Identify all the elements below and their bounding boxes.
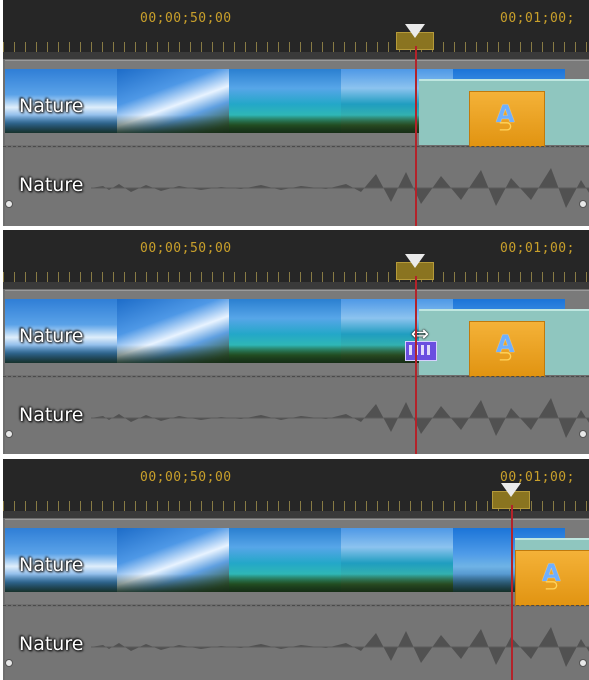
- transition-A-icon[interactable]: A ⊃: [469, 91, 545, 147]
- audio-start-handle[interactable]: [5, 659, 13, 667]
- video-clip-label: Nature: [19, 325, 84, 347]
- track-gap: [3, 284, 589, 289]
- transition-glyph-icon: ⊃: [498, 116, 514, 137]
- audio-start-handle[interactable]: [5, 430, 13, 438]
- time-ruler[interactable]: 00;00;50;00 00;01;00;: [3, 459, 589, 513]
- audio-start-handle[interactable]: [5, 200, 13, 208]
- thumbnail-frame: [229, 299, 341, 363]
- audio-clip-label: Nature: [19, 404, 84, 426]
- audio-clip-label: Nature: [19, 633, 84, 655]
- track-divider: [3, 376, 589, 377]
- timecode-label: 00;01;00;: [500, 241, 575, 256]
- timecode-label: 00;00;50;00: [140, 470, 232, 485]
- ruler-ticks: [3, 272, 589, 282]
- audio-end-handle[interactable]: [579, 200, 587, 208]
- playhead-triangle: [405, 24, 425, 38]
- audio-waveform: [91, 398, 589, 438]
- video-clip-thumbnails[interactable]: [5, 528, 565, 592]
- audio-end-handle[interactable]: [579, 659, 587, 667]
- track-divider: [3, 146, 589, 147]
- time-ruler[interactable]: 00;00;50;00 00;01;00;: [3, 0, 589, 54]
- audio-track[interactable]: Nature: [5, 607, 589, 680]
- playhead-line: [415, 276, 417, 454]
- video-clip-label: Nature: [19, 95, 84, 117]
- thumbnail-frame: [229, 69, 341, 133]
- video-track[interactable]: A ⊃ Nature: [5, 519, 589, 606]
- video-track[interactable]: A ⊃ Nature ⇔: [5, 290, 589, 377]
- timecode-label: 00;00;50;00: [140, 241, 232, 256]
- playhead-line: [415, 46, 417, 226]
- transition-A-icon[interactable]: A ⊃: [515, 550, 589, 606]
- trim-resize-cursor-icon: ⇔: [399, 324, 441, 361]
- audio-waveform: [91, 168, 589, 208]
- playhead-triangle: [405, 254, 425, 268]
- playhead-line: [511, 505, 513, 680]
- audio-waveform: [91, 627, 589, 667]
- video-track[interactable]: A ⊃ Nature: [5, 60, 589, 147]
- thumbnail-frame: [341, 528, 453, 592]
- timecode-label: 00;00;50;00: [140, 11, 232, 26]
- timeline-panel-2[interactable]: 00;00;50;00 00;01;00; A ⊃ Nature ⇔ Natur…: [3, 230, 589, 454]
- timecode-label: 00;01;00;: [500, 11, 575, 26]
- transition-A-icon[interactable]: A ⊃: [469, 321, 545, 377]
- timeline-panel-1[interactable]: 00;00;50;00 00;01;00; A ⊃ Nature Nature: [3, 0, 589, 226]
- transition-region[interactable]: A ⊃: [515, 538, 589, 606]
- playhead-triangle: [501, 483, 521, 497]
- timeline-panel-3[interactable]: 00;00;50;00 00;01;00; A ⊃ Nature Nature: [3, 459, 589, 680]
- transition-region[interactable]: A ⊃: [419, 309, 589, 377]
- audio-track[interactable]: Nature: [5, 148, 589, 226]
- thumbnail-frame: [117, 299, 229, 363]
- track-gap: [3, 513, 589, 518]
- track-divider: [3, 605, 589, 606]
- time-ruler[interactable]: 00;00;50;00 00;01;00;: [3, 230, 589, 284]
- transition-glyph-icon: ⊃: [544, 575, 560, 596]
- audio-track[interactable]: Nature: [5, 378, 589, 454]
- thumbnail-frame: [229, 528, 341, 592]
- transition-region[interactable]: A ⊃: [419, 79, 589, 147]
- audio-clip-label: Nature: [19, 174, 84, 196]
- transition-glyph-icon: ⊃: [498, 346, 514, 367]
- ruler-ticks: [3, 42, 589, 52]
- thumbnail-frame: [117, 528, 229, 592]
- audio-end-handle[interactable]: [579, 430, 587, 438]
- video-clip-label: Nature: [19, 554, 84, 576]
- thumbnail-frame: [117, 69, 229, 133]
- track-gap: [3, 54, 589, 59]
- trim-box-icon: [405, 341, 437, 361]
